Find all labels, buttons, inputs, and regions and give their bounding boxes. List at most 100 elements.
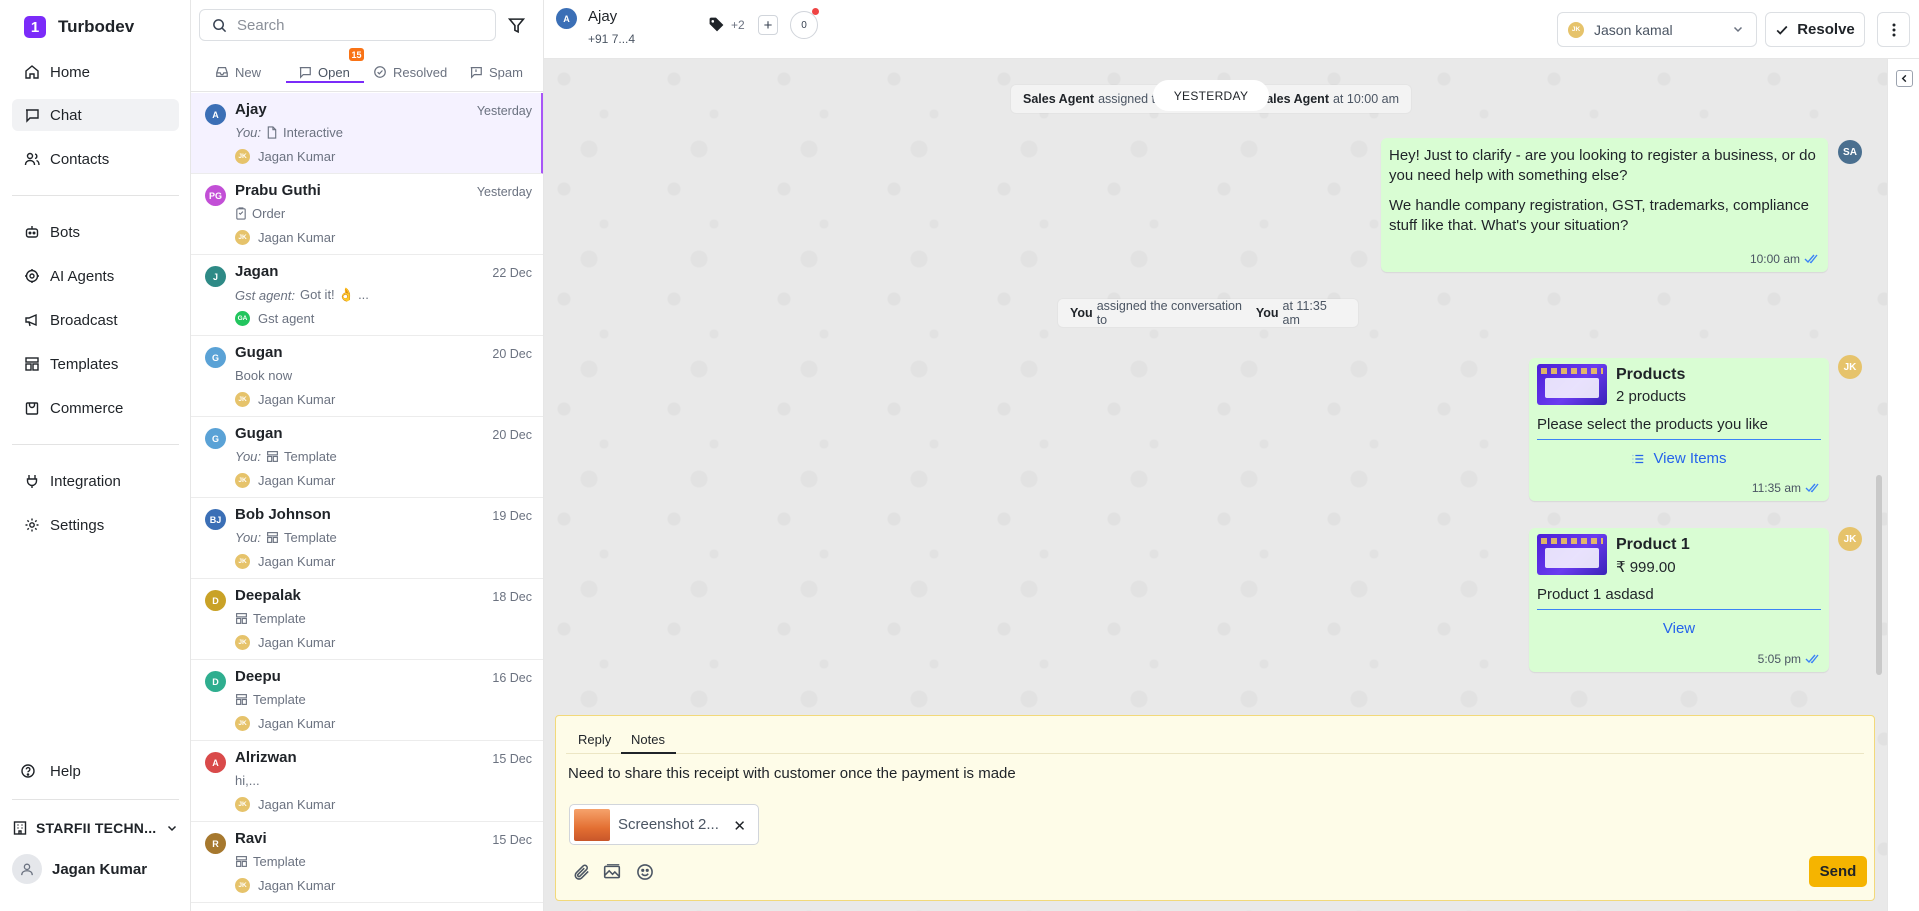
agent-avatar: GA bbox=[235, 311, 250, 326]
conversation-item[interactable]: G Gugan 20 Dec You: Template JK Jagan Kumar bbox=[191, 417, 543, 498]
tab-notes[interactable]: Notes bbox=[631, 726, 665, 752]
home-icon bbox=[25, 65, 39, 79]
nav-item-contacts[interactable]: Contacts bbox=[12, 143, 179, 175]
contact-name: Deepu bbox=[235, 668, 281, 685]
org-switcher[interactable]: STARFII TECHN... bbox=[12, 814, 182, 842]
product-title: Products bbox=[1616, 366, 1686, 383]
tab-label: Open bbox=[318, 64, 350, 80]
tags-more-count: +2 bbox=[731, 17, 745, 32]
nav-item-broadcast[interactable]: Broadcast bbox=[12, 304, 179, 336]
assigned-agent: JK Jagan Kumar bbox=[235, 554, 335, 569]
filter-button[interactable] bbox=[503, 12, 529, 38]
conversation-date: 19 Dec bbox=[492, 509, 532, 523]
chat-icon bbox=[299, 67, 311, 79]
system-time: at 10:00 am bbox=[1332, 92, 1399, 106]
nav-item-chat[interactable]: Chat bbox=[12, 99, 179, 131]
assigned-agent: JK Jagan Kumar bbox=[235, 230, 335, 245]
contact-avatar: A bbox=[205, 752, 226, 773]
brand[interactable]: 1 Turbodev bbox=[24, 16, 134, 38]
message-time: 5:05 pm bbox=[1757, 652, 1801, 666]
contact-phone: +91 7...4 bbox=[588, 32, 636, 46]
nav-item-templates[interactable]: Templates bbox=[12, 348, 179, 380]
preview-text: Template bbox=[253, 854, 306, 869]
nav-item-integration[interactable]: Integration bbox=[12, 465, 179, 497]
conversation-item[interactable]: R Ravi 15 Dec Template JK Jagan Kumar bbox=[191, 822, 543, 903]
conversation-item[interactable]: A Ajay Yesterday You: Interactive JK Jagan Kum… bbox=[191, 93, 543, 174]
view-items-label: View Items bbox=[1653, 450, 1727, 467]
nav-item-ai-agents[interactable]: AI Agents bbox=[12, 260, 179, 292]
product-list-message[interactable]: Products 2 products Please select the pr… bbox=[1529, 358, 1829, 501]
conversation-item[interactable]: D Deepu 16 Dec Template JK Jagan Kumar bbox=[191, 660, 543, 741]
double-check-icon bbox=[1805, 654, 1819, 664]
view-product-button[interactable]: View bbox=[1529, 620, 1829, 637]
agent-name: Jagan Kumar bbox=[258, 149, 336, 164]
tags-button[interactable]: +2 bbox=[708, 16, 745, 33]
chat-scrollbar[interactable] bbox=[1876, 475, 1882, 675]
tab-spam[interactable]: Spam bbox=[469, 58, 523, 86]
more-options-button[interactable] bbox=[1877, 12, 1910, 47]
nav-item-help[interactable]: Help bbox=[8, 755, 175, 787]
agent-avatar: JK bbox=[235, 635, 250, 650]
contact-avatar[interactable]: A bbox=[556, 8, 577, 29]
attachment-chip[interactable]: Screenshot 2... ✕ bbox=[569, 804, 759, 845]
nav-item-home[interactable]: Home bbox=[12, 56, 179, 88]
message-paragraph: Hey! Just to clarify - are you looking t… bbox=[1389, 147, 1816, 184]
assignee-select[interactable]: JK Jason kamal bbox=[1557, 12, 1757, 47]
spam-icon bbox=[470, 67, 482, 79]
contact-name[interactable]: Ajay bbox=[588, 8, 617, 25]
conversation-item[interactable]: A Alrizwan 15 Dec hi,... JK Jagan Kumar bbox=[191, 741, 543, 822]
emoji-button[interactable] bbox=[635, 862, 655, 882]
nav-item-settings[interactable]: Settings bbox=[12, 509, 179, 541]
search-box[interactable] bbox=[199, 9, 496, 41]
tab-new[interactable]: New bbox=[215, 58, 261, 86]
nav-label: Commerce bbox=[50, 399, 124, 417]
add-tag-button[interactable]: + bbox=[758, 15, 778, 35]
conversation-item[interactable]: G Gugan 20 Dec Book now JK Jagan Kumar bbox=[191, 336, 543, 417]
search-icon bbox=[213, 18, 227, 32]
contact-name: Deepalak bbox=[235, 587, 301, 604]
resolve-button[interactable]: Resolve bbox=[1765, 12, 1865, 47]
message-bubble[interactable]: Hey! Just to clarify - are you looking t… bbox=[1381, 138, 1828, 272]
tab-reply[interactable]: Reply bbox=[578, 726, 611, 752]
agent-avatar: JK bbox=[235, 554, 250, 569]
toggle-panel-button[interactable] bbox=[1896, 70, 1913, 87]
search-input[interactable] bbox=[237, 16, 477, 34]
product-body: Please select the products you like bbox=[1537, 416, 1821, 440]
check-circle-icon bbox=[374, 66, 386, 78]
double-check-icon bbox=[1805, 483, 1819, 493]
user-profile[interactable]: Jagan Kumar bbox=[12, 854, 147, 884]
attach-image-button[interactable] bbox=[602, 862, 622, 882]
remove-attachment-icon[interactable]: ✕ bbox=[733, 817, 746, 835]
contact-avatar: G bbox=[205, 347, 226, 368]
product-message[interactable]: Product 1 ₹ 999.00 Product 1 asdasd View… bbox=[1529, 528, 1829, 672]
conversation-item[interactable]: D Deepalak 18 Dec Template JK Jagan Kumar bbox=[191, 579, 543, 660]
megaphone-icon bbox=[25, 313, 37, 327]
view-items-button[interactable]: View Items bbox=[1529, 450, 1829, 467]
conversation-item[interactable]: PG Prabu Guthi Yesterday Order JK Jagan Kumar bbox=[191, 174, 543, 255]
preview-text: Interactive bbox=[283, 125, 344, 140]
brand-name: Turbodev bbox=[58, 17, 135, 36]
file-icon bbox=[267, 126, 277, 139]
message-meta: 10:00 am bbox=[1750, 252, 1820, 266]
preview-text: Got it! 👌 ... bbox=[299, 287, 369, 302]
agent-name: Jagan Kumar bbox=[258, 716, 336, 731]
message-preview: Book now bbox=[235, 368, 292, 383]
message-paragraph: We handle company registration, GST, tra… bbox=[1389, 197, 1809, 234]
conversation-date: 20 Dec bbox=[492, 347, 532, 361]
attach-file-button[interactable] bbox=[572, 862, 592, 882]
assigned-agent: JK Jagan Kumar bbox=[235, 149, 335, 164]
details-panel-strip bbox=[1887, 59, 1919, 911]
agent-name: Jagan Kumar bbox=[258, 392, 336, 407]
nav-item-bots[interactable]: Bots bbox=[12, 216, 179, 248]
contact-name: Bob Johnson bbox=[235, 506, 331, 523]
note-input[interactable] bbox=[568, 756, 1858, 790]
nav-item-commerce[interactable]: Commerce bbox=[12, 392, 179, 424]
view-label: View bbox=[1662, 620, 1696, 637]
conversation-item[interactable]: J Jagan 22 Dec Gst agent: Got it! 👌 ... GA Gst… bbox=[191, 255, 543, 336]
send-button[interactable]: Send bbox=[1809, 856, 1867, 887]
conversation-header: A Ajay +91 7...4 +2 + 0 JK Jason kamal R… bbox=[544, 0, 1919, 59]
counter-indicator[interactable]: 0 bbox=[790, 11, 818, 39]
tab-resolved[interactable]: Resolved bbox=[373, 58, 447, 86]
conversation-item[interactable]: BJ Bob Johnson 19 Dec You: Template JK Jagan K… bbox=[191, 498, 543, 579]
user-name: Jagan Kumar bbox=[52, 860, 148, 878]
